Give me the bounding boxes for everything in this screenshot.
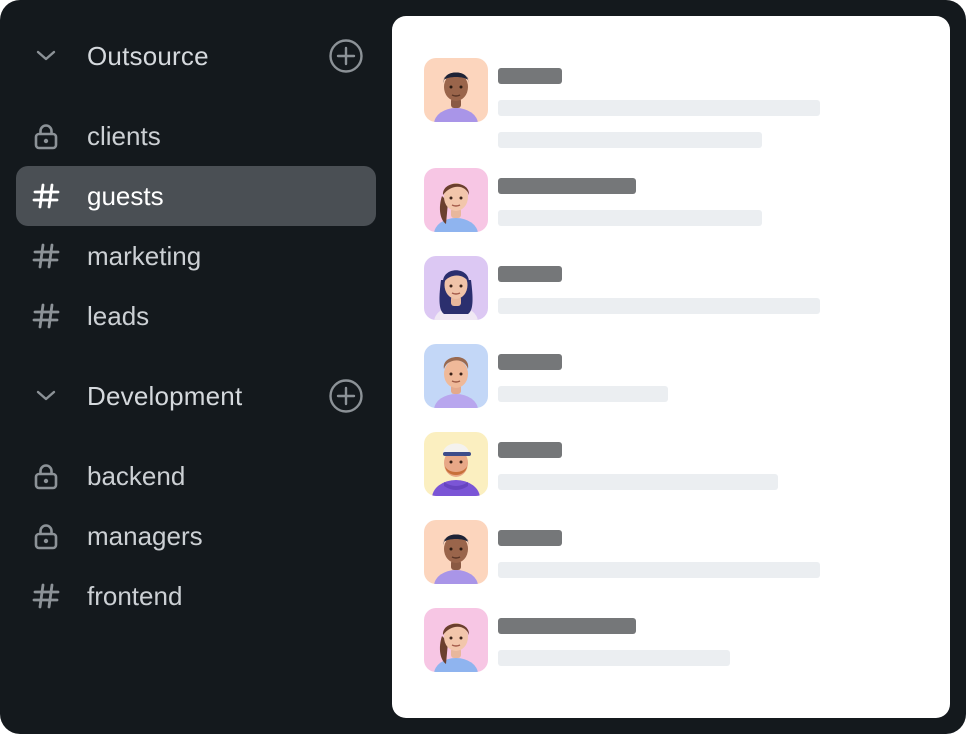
- add-channel-icon[interactable]: [328, 378, 364, 414]
- lock-icon: [34, 124, 58, 150]
- message-line-placeholder: [498, 132, 762, 148]
- hash-icon: [32, 583, 60, 609]
- channel-label: guests: [87, 181, 164, 211]
- add-channel-icon[interactable]: [328, 38, 364, 74]
- author-name-placeholder: [498, 530, 562, 546]
- message-line-placeholder: [498, 474, 778, 490]
- channel-item-marketing[interactable]: marketing: [16, 226, 376, 286]
- message-panel: [392, 16, 950, 718]
- app-window: Outsource clients guests marketing leads…: [0, 0, 966, 734]
- channel-item-backend[interactable]: backend: [16, 446, 376, 506]
- channel-item-managers[interactable]: managers: [16, 506, 376, 566]
- group-name: Development: [87, 381, 243, 411]
- author-name-placeholder: [498, 178, 636, 194]
- message-line-placeholder: [498, 210, 762, 226]
- channel-item-guests[interactable]: guests: [16, 166, 376, 226]
- channel-label: marketing: [87, 241, 202, 271]
- channel-item-leads[interactable]: leads: [16, 286, 376, 346]
- channel-label: frontend: [87, 581, 183, 611]
- man-dark-hair-avatar[interactable]: [424, 58, 488, 122]
- message-line-placeholder: [498, 100, 820, 116]
- chevron-down-icon[interactable]: [34, 386, 58, 406]
- group-header-development[interactable]: Development: [0, 366, 392, 426]
- hash-icon: [32, 243, 60, 269]
- channel-label: managers: [87, 521, 203, 551]
- channel-label: clients: [87, 121, 161, 151]
- message-line-placeholder: [498, 562, 820, 578]
- author-name-placeholder: [498, 442, 562, 458]
- man-cap-beard-avatar[interactable]: [424, 432, 488, 496]
- message-line-placeholder: [498, 386, 668, 402]
- chevron-down-icon[interactable]: [34, 46, 58, 66]
- group-header-outsource[interactable]: Outsource: [0, 26, 392, 86]
- author-name-placeholder: [498, 618, 636, 634]
- man-curly-hair-avatar[interactable]: [424, 344, 488, 408]
- lock-icon: [34, 464, 58, 490]
- message-line-placeholder: [498, 298, 820, 314]
- author-name-placeholder: [498, 354, 562, 370]
- channel-sidebar: Outsource clients guests marketing leads…: [0, 0, 392, 734]
- man-dark-hair-avatar[interactable]: [424, 520, 488, 584]
- hash-icon: [32, 303, 60, 329]
- author-name-placeholder: [498, 266, 562, 282]
- author-name-placeholder: [498, 68, 562, 84]
- woman-ponytail-avatar[interactable]: [424, 168, 488, 232]
- channel-item-clients[interactable]: clients: [16, 106, 376, 166]
- channel-item-frontend[interactable]: frontend: [16, 566, 376, 626]
- woman-long-hair-avatar[interactable]: [424, 256, 488, 320]
- lock-icon: [34, 524, 58, 550]
- channel-label: leads: [87, 301, 150, 331]
- message-line-placeholder: [498, 650, 730, 666]
- hash-icon: [32, 183, 60, 209]
- channel-label: backend: [87, 461, 186, 491]
- woman-ponytail-avatar[interactable]: [424, 608, 488, 672]
- group-name: Outsource: [87, 41, 209, 71]
